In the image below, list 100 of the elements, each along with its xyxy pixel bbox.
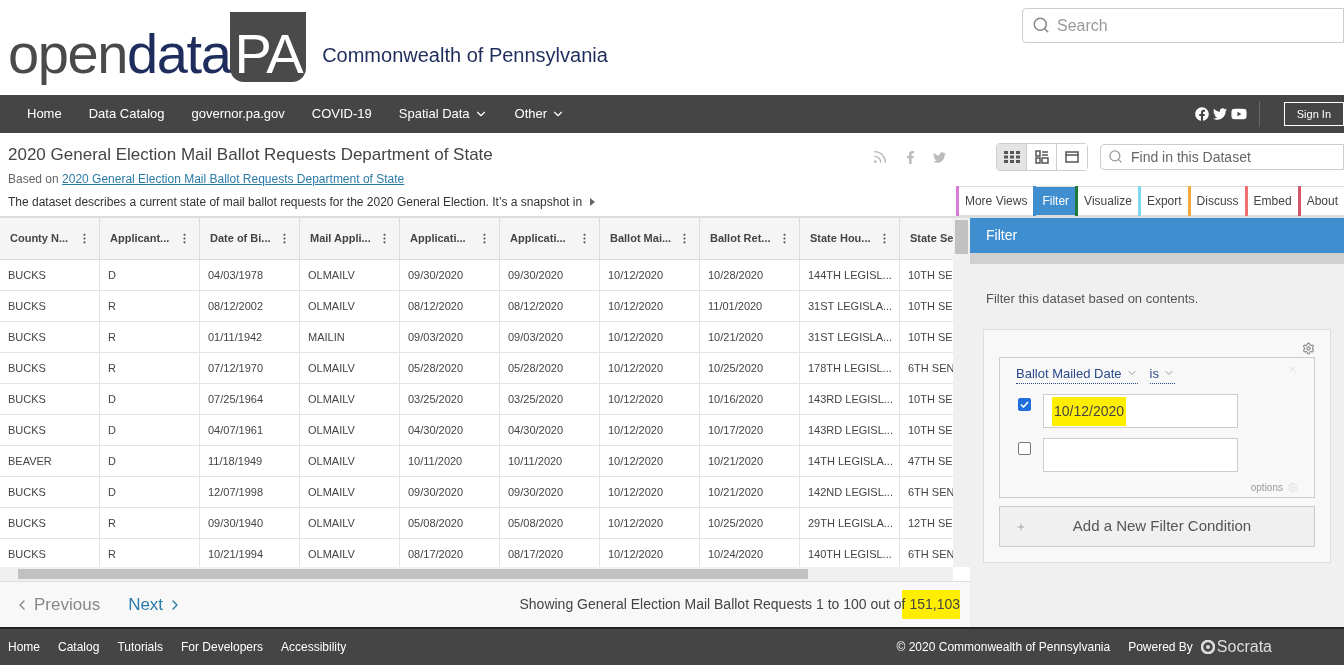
- table-cell: BUCKS: [0, 508, 100, 538]
- table-cell: 05/08/2020: [500, 508, 600, 538]
- table-cell: 03/25/2020: [500, 384, 600, 414]
- table-cell: 10/25/2020: [700, 508, 800, 538]
- column-header[interactable]: Ballot Ret...: [700, 218, 800, 259]
- nav-link[interactable]: Data Catalog: [88, 104, 165, 124]
- add-condition-button[interactable]: Add a New Filter Condition: [999, 506, 1315, 547]
- operator-dropdown[interactable]: is: [1149, 363, 1175, 384]
- youtube-icon[interactable]: [1230, 106, 1247, 122]
- table-cell: BUCKS: [0, 322, 100, 352]
- table-cell: BUCKS: [0, 384, 100, 414]
- footer-link[interactable]: Home: [8, 638, 40, 656]
- next-button[interactable]: Next: [128, 591, 184, 618]
- table-cell: 05/08/2020: [400, 508, 500, 538]
- table-cell: 10/28/2020: [700, 260, 800, 290]
- column-dropdown[interactable]: Ballot Mailed Date: [1016, 363, 1138, 384]
- powered-by-text: Powered By: [1128, 639, 1193, 656]
- table-cell: 10/21/2020: [700, 446, 800, 476]
- vertical-scrollbar[interactable]: [953, 218, 970, 567]
- column-header[interactable]: County N...: [0, 218, 100, 259]
- table-cell: 09/30/2020: [400, 477, 500, 507]
- table-cell: D: [100, 415, 200, 445]
- checkmark-icon: [1020, 401, 1029, 408]
- table-cell: 143RD LEGISL...: [800, 415, 900, 445]
- table-cell: 10/12/2020: [600, 384, 700, 414]
- page-view-icon: [1065, 151, 1079, 163]
- value-field[interactable]: [1043, 438, 1238, 472]
- table-cell: 05/28/2020: [400, 353, 500, 383]
- nav-link[interactable]: Spatial Data: [398, 104, 488, 124]
- rss-icon[interactable]: [872, 149, 888, 165]
- table-cell: R: [100, 291, 200, 321]
- search-field[interactable]: Search: [1022, 8, 1344, 43]
- table-cell: 10/21/2020: [700, 477, 800, 507]
- table-cell: OLMAILV: [300, 260, 400, 290]
- table-cell: MAILIN: [300, 322, 400, 352]
- table-cell: 09/30/2020: [500, 260, 600, 290]
- table-cell: BUCKS: [0, 415, 100, 445]
- pane-tab[interactable]: Discuss: [1190, 186, 1245, 216]
- pane-tab[interactable]: About: [1300, 186, 1344, 216]
- nav-link[interactable]: COVID-19: [311, 104, 372, 124]
- table-cell: 07/25/1964: [200, 384, 300, 414]
- nav-link[interactable]: Other: [514, 104, 566, 124]
- swirl-logo-icon: [1200, 640, 1215, 654]
- column-header[interactable]: State Hou...: [800, 218, 900, 259]
- pane-tab[interactable]: More Views: [958, 186, 1034, 216]
- table-cell: 01/11/1942: [200, 322, 300, 352]
- table-cell: 144TH LEGISL...: [800, 260, 900, 290]
- table-cell: 10/12/2020: [600, 260, 700, 290]
- column-header[interactable]: Applicati...: [500, 218, 600, 259]
- search-icon: [1108, 149, 1123, 164]
- column-header[interactable]: Date of Bi...: [200, 218, 300, 259]
- checkbox[interactable]: [1018, 398, 1031, 411]
- pane-tab[interactable]: Embed: [1247, 186, 1298, 216]
- horizontal-scrollbar[interactable]: [0, 567, 953, 581]
- table-cell: BUCKS: [0, 260, 100, 290]
- table-cell: 07/12/1970: [200, 353, 300, 383]
- table-cell: 31ST LEGISLA...: [800, 291, 900, 321]
- table-cell: D: [100, 477, 200, 507]
- table-cell: OLMAILV: [300, 477, 400, 507]
- table-cell: 05/28/2020: [500, 353, 600, 383]
- footer-link[interactable]: Tutorials: [117, 638, 163, 656]
- settings-icon[interactable]: [1302, 341, 1315, 355]
- twitter-icon[interactable]: [1212, 107, 1227, 121]
- column-header[interactable]: Applicati...: [400, 218, 500, 259]
- table-cell: 10/12/2020: [600, 353, 700, 383]
- checkbox[interactable]: [1018, 442, 1031, 455]
- table-cell: 04/30/2020: [400, 415, 500, 445]
- footer-link[interactable]: For Developers: [180, 638, 263, 656]
- dataset-link[interactable]: 2020 General Election Mail Ballot Requests Department of State: [62, 172, 405, 186]
- pane-tab[interactable]: Visualize: [1078, 186, 1138, 216]
- expand-arrow-icon[interactable]: [590, 198, 596, 206]
- find-field[interactable]: Find in this Dataset: [1100, 144, 1344, 170]
- table-cell: BEAVER: [0, 446, 100, 476]
- dataset-description: The dataset describes a current state of mail ballot requests for the 2020 General Election. It’s a snapshot in: [8, 194, 583, 211]
- table-cell: 10/12/2020: [600, 415, 700, 445]
- facebook-icon[interactable]: [1194, 107, 1209, 121]
- value-field[interactable]: 10/12/2020: [1043, 394, 1238, 428]
- filter-header: Filter: [970, 218, 1344, 253]
- table-cell: 04/03/1978: [200, 260, 300, 290]
- column-header[interactable]: Mail Appli...: [300, 218, 400, 259]
- table-cell: OLMAILV: [300, 415, 400, 445]
- search-icon: [1032, 16, 1050, 34]
- view-toggle[interactable]: [997, 144, 1027, 170]
- footer-link[interactable]: Catalog: [58, 638, 100, 656]
- plus-icon: [1016, 521, 1026, 532]
- table-cell: 10/11/2020: [500, 446, 600, 476]
- socrata-brand: Socrata: [1216, 637, 1272, 657]
- table-cell: 10/21/2020: [700, 322, 800, 352]
- pane-tab[interactable]: Export: [1140, 186, 1188, 216]
- table-cell: OLMAILV: [300, 508, 400, 538]
- nav-link[interactable]: Home: [27, 104, 62, 124]
- sign-in-button[interactable]: Sign In: [1283, 102, 1344, 126]
- table-cell: BUCKS: [0, 291, 100, 321]
- column-header[interactable]: Ballot Mai...: [600, 218, 700, 259]
- based-on-text: Based on 2020 General Election Mail Ballot Requests Department of State: [8, 171, 406, 188]
- column-header[interactable]: Applicant...: [100, 218, 200, 259]
- table-cell: 09/03/2020: [400, 322, 500, 352]
- nav-link[interactable]: governor.pa.gov: [191, 104, 285, 124]
- table-cell: D: [100, 384, 200, 414]
- footer-link[interactable]: Accessibility: [281, 638, 347, 656]
